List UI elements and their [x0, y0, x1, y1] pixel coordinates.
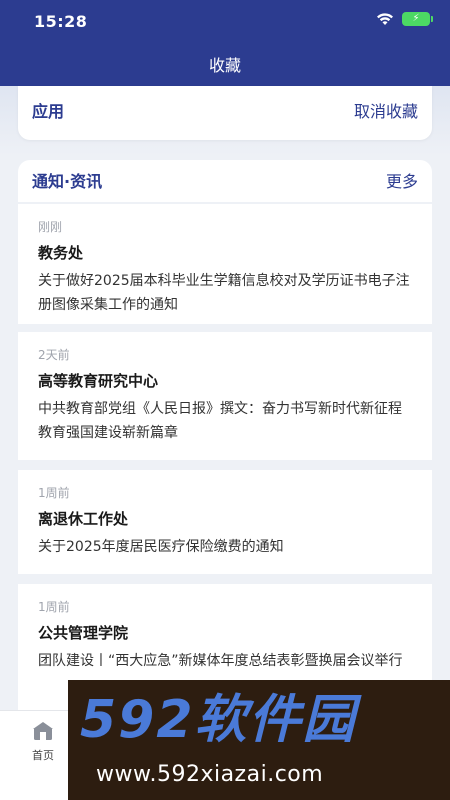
page-title: 收藏 [208, 56, 241, 75]
news-summary: 中共教育部党组《人民日报》撰文：奋力书写新时代新征程教育强国建设崭新篇章 [38, 401, 402, 441]
tab-home-label: 首页 [32, 749, 54, 762]
news-item[interactable]: 刚刚 教务处 关于做好2025届本科毕业生学籍信息校对及学历证书电子注册图像采集… [18, 204, 432, 324]
news-item[interactable]: 1周前 离退休工作处 关于2025年度居民医疗保险缴费的通知 [18, 470, 432, 574]
app-section-card: 应用 取消收藏 [18, 86, 432, 140]
wifi-icon [376, 12, 394, 26]
watermark-overlay: 592软件园 www.592xiazai.com [68, 680, 450, 800]
news-time: 1周前 [38, 486, 70, 500]
news-section-header: 通知·资讯 更多 [18, 160, 432, 202]
news-time: 2天前 [38, 348, 70, 362]
status-icons: ⚡ [376, 12, 433, 26]
news-summary: 关于2025年度居民医疗保险缴费的通知 [38, 539, 284, 555]
top-header: 15:28 ⚡ 收藏 [0, 0, 450, 86]
status-time: 15:28 [34, 12, 88, 31]
cancel-favorite-button[interactable]: 取消收藏 [354, 98, 418, 122]
news-time: 1周前 [38, 600, 70, 614]
news-item[interactable]: 2天前 高等教育研究中心 中共教育部党组《人民日报》撰文：奋力书写新时代新征程教… [18, 332, 432, 460]
watermark-brand: 592软件园 [80, 690, 357, 750]
tab-home[interactable]: 首页 [18, 721, 68, 763]
news-source: 高等教育研究中心 [38, 372, 159, 390]
battery-icon: ⚡ [402, 12, 433, 26]
news-summary: 团队建设丨“西大应急”新媒体年度总结表彰暨换届会议举行 [38, 653, 403, 669]
news-source: 离退休工作处 [38, 510, 129, 528]
news-source: 教务处 [38, 244, 84, 262]
news-time: 刚刚 [38, 220, 63, 234]
more-button[interactable]: 更多 [386, 168, 418, 192]
news-source: 公共管理学院 [38, 624, 129, 642]
home-icon [18, 721, 68, 745]
app-section-title: 应用 [32, 102, 65, 121]
news-summary: 关于做好2025届本科毕业生学籍信息校对及学历证书电子注册图像采集工作的通知 [38, 273, 410, 313]
news-section-title: 通知·资讯 [32, 172, 103, 191]
watermark-url: www.592xiazai.com [96, 762, 324, 787]
